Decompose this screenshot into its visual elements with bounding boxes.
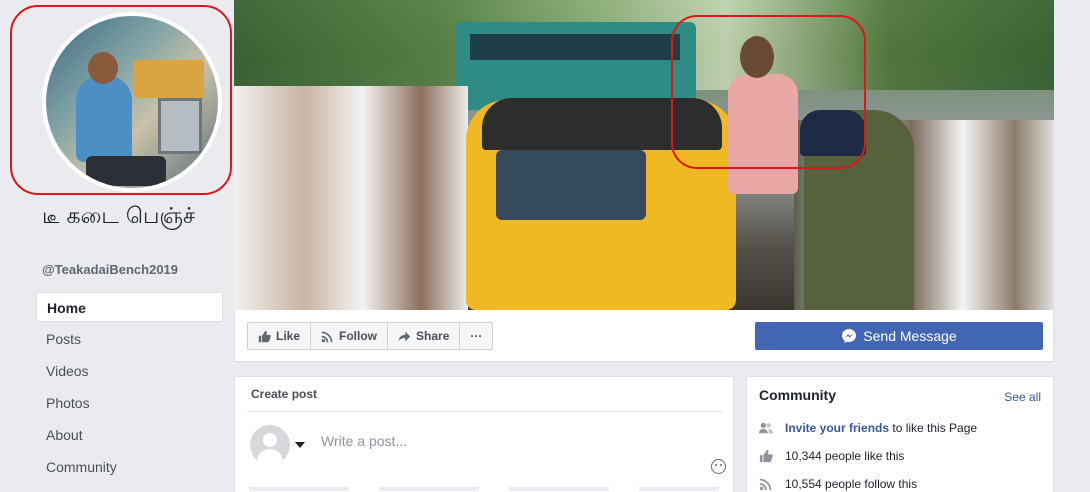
share-arrow-icon bbox=[398, 331, 411, 341]
more-options-label: ··· bbox=[470, 329, 483, 343]
cover-autorickshaw-window bbox=[496, 150, 646, 220]
composer-options-row bbox=[249, 487, 719, 491]
create-post-title: Create post bbox=[251, 387, 318, 401]
create-post-card: Create post Write a post... bbox=[234, 376, 734, 492]
community-invite-text: Invite your friends to like this Page bbox=[785, 421, 977, 435]
composer-avatar[interactable] bbox=[250, 425, 290, 465]
page-action-bar: Like Follow Share ··· Send Message bbox=[234, 310, 1054, 362]
cover-bus-window bbox=[470, 34, 680, 60]
share-label: Share bbox=[416, 329, 450, 343]
rss-icon bbox=[321, 331, 333, 342]
follow-label: Follow bbox=[339, 329, 378, 343]
cover-man-head bbox=[740, 36, 774, 78]
community-invite-row: Invite your friends to like this Page bbox=[759, 419, 977, 437]
sidebar-item-videos[interactable]: Videos bbox=[36, 356, 223, 386]
chevron-down-icon[interactable] bbox=[295, 442, 305, 448]
like-label: Like bbox=[276, 329, 301, 343]
send-message-label: Send Message bbox=[863, 328, 957, 344]
send-message-button[interactable]: Send Message bbox=[755, 322, 1043, 350]
sidebar-nav: Home Posts Videos Photos About Community bbox=[36, 292, 223, 484]
more-options-button[interactable]: ··· bbox=[459, 322, 494, 350]
page-handle[interactable]: @TeakadaiBench2019 bbox=[42, 262, 178, 277]
photo-person-head bbox=[88, 52, 118, 84]
people-icon bbox=[759, 422, 773, 434]
sidebar-item-posts[interactable]: Posts bbox=[36, 324, 223, 354]
photo-person bbox=[76, 76, 132, 162]
thumbs-up-icon bbox=[258, 330, 271, 342]
photo-shelf bbox=[134, 60, 204, 98]
emoji-icon[interactable] bbox=[711, 459, 726, 474]
thumbs-up-icon bbox=[759, 449, 773, 463]
community-follows-text: 10,554 people follow this bbox=[785, 477, 918, 491]
follow-button[interactable]: Follow bbox=[310, 322, 389, 350]
sidebar-item-about[interactable]: About bbox=[36, 420, 223, 450]
community-card: Community See all Invite your friends to… bbox=[746, 376, 1054, 492]
left-column: டீ கடை பெஞ்ச் @TeakadaiBench2019 Home Po… bbox=[0, 0, 234, 492]
composer-avatar-head bbox=[263, 433, 277, 447]
page-title[interactable]: டீ கடை பெஞ்ச் bbox=[42, 204, 222, 229]
photo-person-legs bbox=[86, 156, 166, 186]
cover-crowd-left bbox=[234, 86, 468, 310]
sidebar-item-photos[interactable]: Photos bbox=[36, 388, 223, 418]
cover-man-pink-shirt bbox=[728, 74, 798, 194]
community-likes-row: 10,344 people like this bbox=[759, 447, 904, 465]
post-composer-input[interactable]: Write a post... bbox=[321, 433, 407, 449]
create-post-divider bbox=[247, 411, 723, 412]
action-button-group: Like Follow Share ··· bbox=[247, 322, 494, 350]
invite-suffix: to like this Page bbox=[889, 421, 978, 435]
messenger-icon bbox=[842, 329, 857, 343]
composer-avatar-body bbox=[257, 449, 283, 465]
profile-photo bbox=[46, 16, 218, 188]
sidebar-item-community[interactable]: Community bbox=[36, 452, 223, 482]
photo-tv bbox=[158, 98, 202, 154]
invite-friends-link[interactable]: Invite your friends bbox=[785, 421, 889, 435]
rss-icon bbox=[759, 478, 772, 491]
community-follows-row: 10,554 people follow this bbox=[759, 475, 917, 492]
share-button[interactable]: Share bbox=[387, 322, 461, 350]
cover-policeman-cap bbox=[800, 110, 866, 156]
see-all-link[interactable]: See all bbox=[1004, 390, 1041, 404]
cover-autorickshaw-roof bbox=[482, 98, 722, 150]
sidebar-item-home[interactable]: Home bbox=[36, 292, 223, 322]
profile-picture[interactable] bbox=[42, 12, 222, 192]
cover-photo[interactable] bbox=[234, 0, 1054, 310]
community-title: Community bbox=[759, 387, 836, 403]
community-likes-text: 10,344 people like this bbox=[785, 449, 905, 463]
like-button[interactable]: Like bbox=[247, 322, 312, 350]
